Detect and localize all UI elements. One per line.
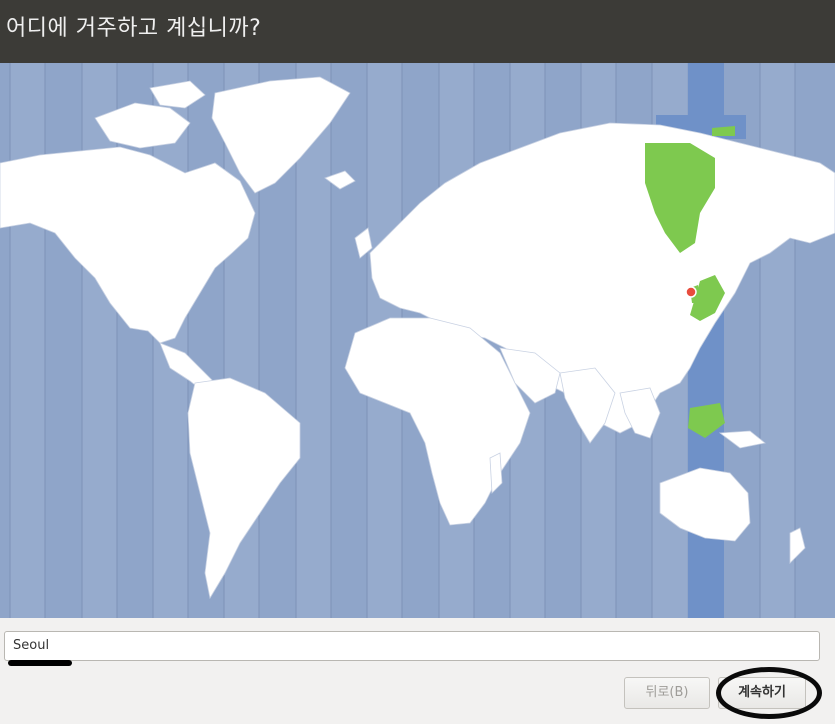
bottom-panel: Seoul 뒤로(B) 계속하기 (0, 618, 835, 724)
continue-button[interactable]: 계속하기 (718, 677, 806, 709)
back-button[interactable]: 뒤로(B) (624, 677, 710, 709)
title-bar: 어디에 거주하고 계십니까? (0, 0, 835, 63)
window-title: 어디에 거주하고 계십니까? (6, 16, 262, 41)
world-map-svg[interactable] (0, 63, 835, 618)
seoul-pin[interactable] (685, 286, 697, 298)
scribble-underline (8, 660, 72, 666)
timezone-input[interactable]: Seoul (4, 631, 820, 661)
timezone-map[interactable] (0, 63, 835, 618)
